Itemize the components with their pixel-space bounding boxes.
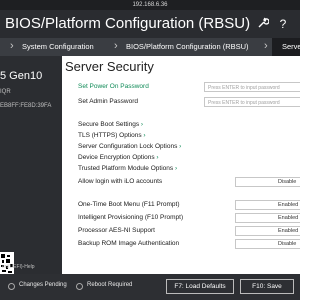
serial-number: IQR	[0, 89, 11, 95]
chevron-right-icon: ›	[140, 121, 144, 128]
address-text: 192.168.6.36	[132, 2, 168, 8]
changes-pending-indicator	[8, 283, 15, 290]
chevron-right-icon: ›	[143, 132, 146, 139]
device-encryption-label: Device Encryption Options	[78, 154, 155, 161]
chevron-right-icon: ›	[179, 143, 182, 150]
breadcrumb-item-system-configuration[interactable]: System Configuration	[22, 38, 94, 56]
breadcrumb: › System Configuration › BIOS/Platform C…	[0, 38, 300, 56]
admin-password-field[interactable]: Press ENTER to input password	[204, 97, 300, 107]
load-defaults-button[interactable]: F7: Load Defaults	[166, 279, 234, 294]
server-model: 5 Gen10	[0, 70, 43, 82]
app-header: BIOS/Platform Configuration (RBSU) ?	[0, 10, 300, 38]
browser-address-bar: 192.168.6.36	[0, 0, 300, 10]
chevron-right-icon: ›	[10, 40, 14, 52]
changes-pending-label: Changes Pending	[19, 282, 67, 288]
wrench-icon[interactable]	[256, 17, 270, 31]
chevron-right-icon: ›	[174, 165, 178, 172]
reboot-required-label: Reboot Required	[87, 282, 133, 288]
page-title: Server Security	[65, 59, 154, 74]
breadcrumb-item-bios-platform[interactable]: BIOS/Platform Configuration (RBSU)	[126, 38, 249, 56]
set-power-on-password-link[interactable]: Set Power On Password	[78, 83, 149, 90]
trusted-platform-module-options-link[interactable]: Trusted Platform Module Options ›	[78, 165, 177, 172]
backup-rom-auth-select[interactable]: Disable	[235, 239, 300, 249]
backup-rom-auth-label: Backup ROM Image Authentication	[78, 240, 180, 247]
page-header-title: BIOS/Platform Configuration (RBSU)	[5, 15, 251, 32]
footer-bar: Changes Pending Reboot Required F7: Load…	[0, 274, 300, 300]
tls-options-link[interactable]: TLS (HTTPS) Options ›	[78, 132, 146, 139]
one-time-boot-menu-select[interactable]: Enabled	[235, 200, 300, 210]
allow-login-ilo-label: Allow login with iLO accounts	[78, 178, 163, 185]
one-time-boot-menu-label: One-Time Boot Menu (F11 Prompt)	[78, 201, 180, 208]
power-on-password-field[interactable]: Press ENTER to input password	[204, 82, 300, 92]
set-admin-password-label: Set Admin Password	[78, 98, 138, 105]
aes-ni-support-select[interactable]: Enabled	[235, 226, 300, 236]
qr-code-icon	[0, 252, 14, 274]
intelligent-provisioning-select[interactable]: Enabled	[235, 213, 300, 223]
system-info-sidebar: 5 Gen10 IQR EB8FF:FE8D:39FA ert(UEFI)-He…	[0, 56, 62, 274]
secure-boot-settings-link[interactable]: Secure Boot Settings ›	[78, 121, 143, 128]
device-encryption-options-link[interactable]: Device Encryption Options ›	[78, 154, 159, 161]
mac-address: EB8FF:FE8D:39FA	[0, 103, 52, 109]
chevron-right-icon: ›	[114, 40, 118, 52]
main-panel: Server Security Set Power On Password Pr…	[62, 56, 300, 274]
save-button[interactable]: F10: Save	[240, 279, 294, 294]
chevron-right-icon: ›	[264, 40, 268, 52]
secure-boot-label: Secure Boot Settings	[78, 121, 140, 128]
allow-login-ilo-select[interactable]: Disable	[235, 177, 300, 187]
intelligent-provisioning-label: Intelligent Provisioning (F10 Prompt)	[78, 214, 184, 221]
breadcrumb-item-server-security: Server Security	[272, 38, 300, 56]
help-text[interactable]: ert(UEFI)-Help	[2, 264, 35, 270]
aes-ni-support-label: Processor AES-NI Support	[78, 227, 155, 234]
trusted-platform-label: Trusted Platform Module Options	[78, 165, 174, 172]
tls-label: TLS (HTTPS) Options	[78, 132, 142, 139]
chevron-right-icon: ›	[156, 154, 159, 161]
question-icon[interactable]: ?	[276, 17, 290, 31]
config-lock-label: Server Configuration Lock Options	[78, 143, 178, 150]
config-lock-options-link[interactable]: Server Configuration Lock Options ›	[78, 143, 181, 150]
reboot-required-indicator	[76, 283, 83, 290]
